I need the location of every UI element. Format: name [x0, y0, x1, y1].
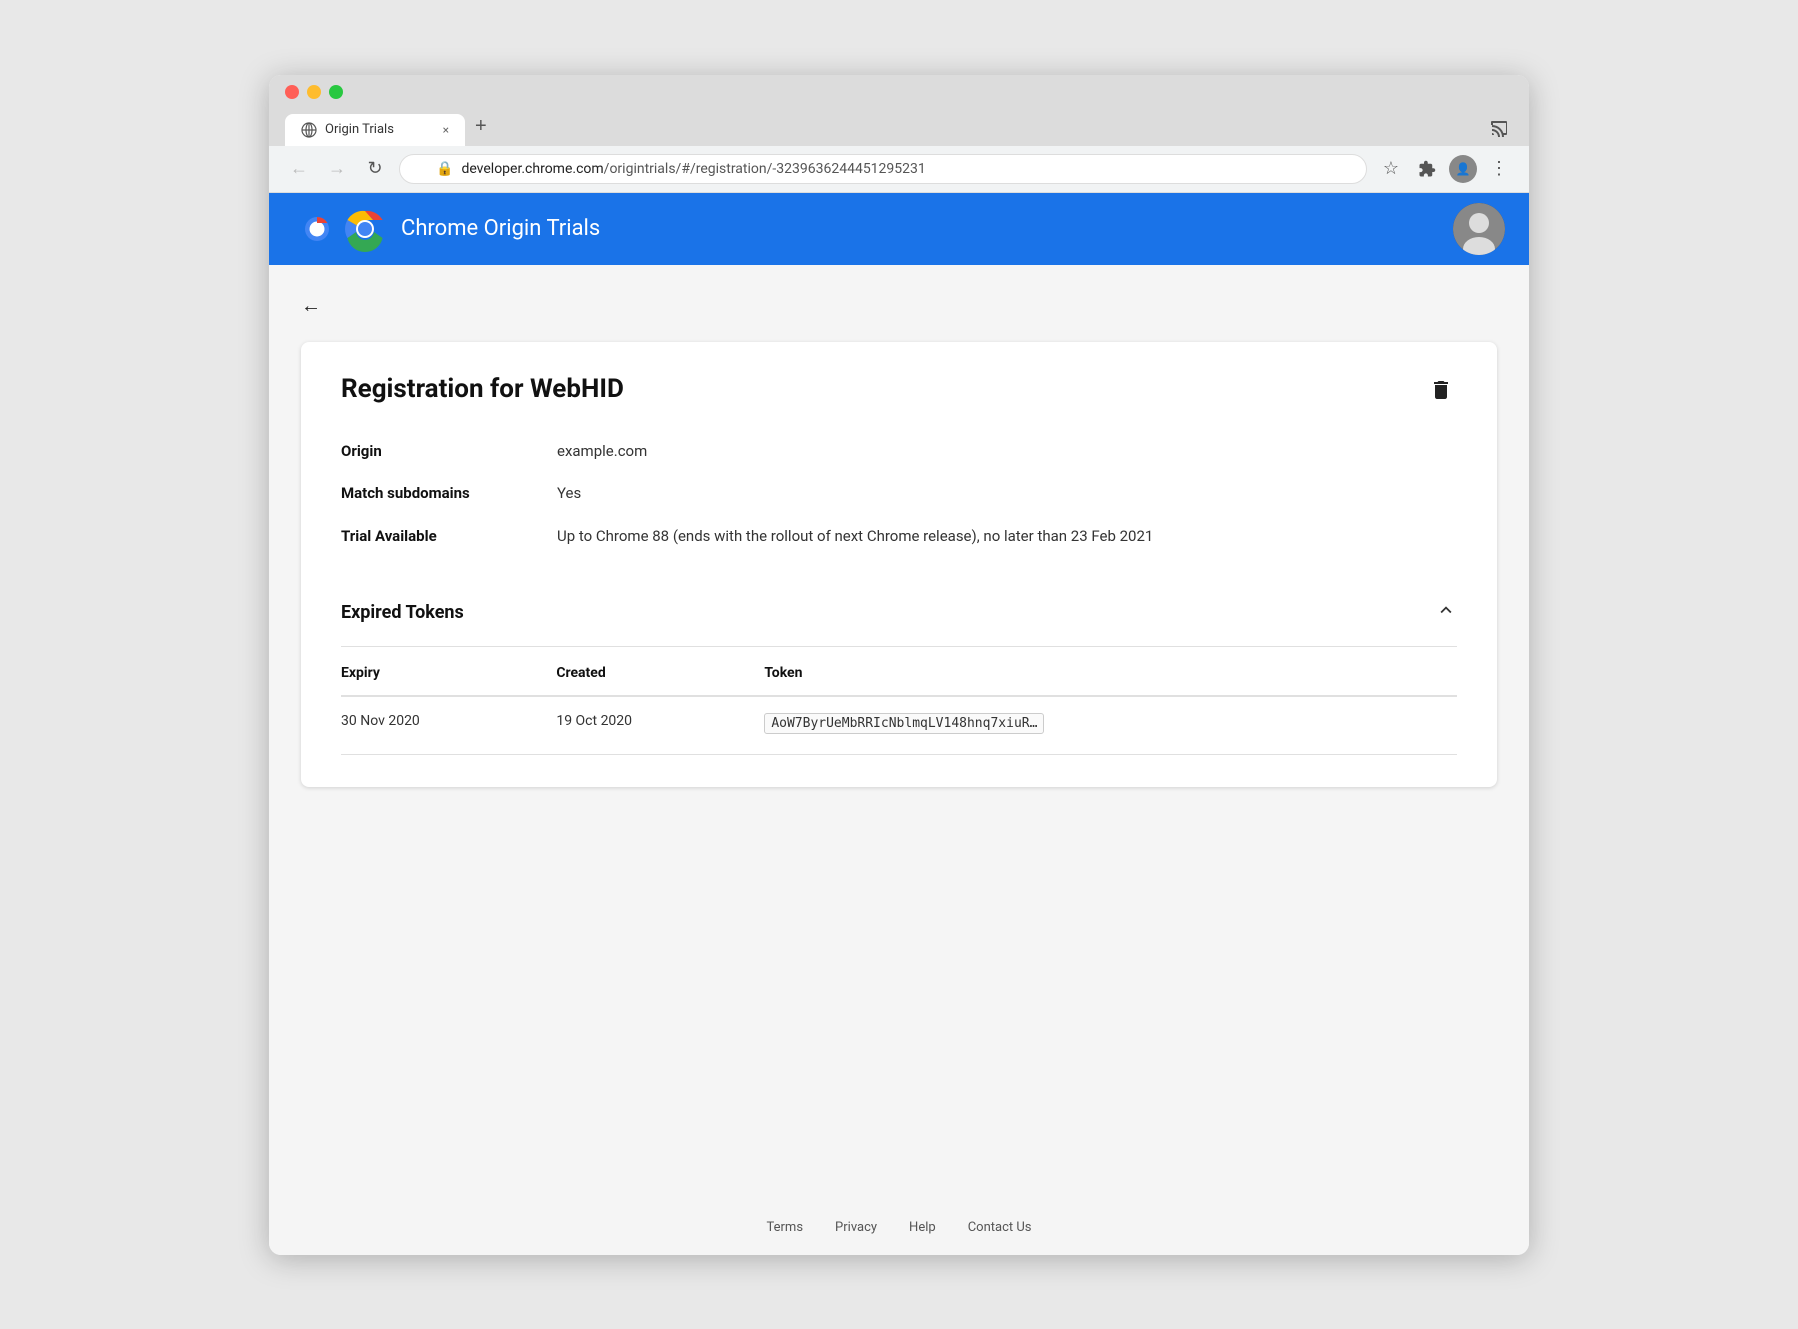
trial-available-label: Trial Available	[341, 525, 541, 548]
browser-window: Origin Trials × + ← → ↻ 🔒 developer.chro…	[269, 75, 1529, 1255]
card-title: Registration for WebHID	[341, 374, 624, 404]
chrome-logo-icon	[293, 205, 341, 253]
extensions-button[interactable]	[1413, 155, 1441, 183]
tab-favicon-icon	[301, 122, 317, 138]
title-bar: Origin Trials × +	[269, 75, 1529, 146]
contact-us-link[interactable]: Contact Us	[968, 1220, 1032, 1235]
footer: Terms Privacy Help Contact Us	[269, 1200, 1529, 1255]
cast-icon	[1490, 119, 1508, 137]
help-link[interactable]: Help	[909, 1220, 936, 1235]
collapse-tokens-button[interactable]	[1435, 599, 1457, 626]
privacy-link[interactable]: Privacy	[835, 1220, 877, 1235]
tab-right-controls	[1485, 114, 1513, 146]
avatar-image	[1453, 203, 1505, 255]
forward-button[interactable]: →	[323, 155, 351, 183]
token-cell: AoW7ByrUeMbRRIcNblmqLV148hnq7xiuR…	[764, 696, 1457, 755]
chevron-up-icon	[1435, 599, 1457, 621]
match-subdomains-value: Yes	[557, 482, 1457, 505]
app-header: Chrome Origin Trials	[269, 193, 1529, 265]
tokens-table: Expiry Created Token 30 Nov 2020 19 Oct …	[341, 651, 1457, 755]
trial-available-value: Up to Chrome 88 (ends with the rollout o…	[557, 525, 1457, 548]
traffic-lights	[285, 85, 1513, 99]
origin-value: example.com	[557, 440, 1457, 463]
expired-tokens-title: Expired Tokens	[341, 602, 464, 623]
back-navigation-button[interactable]: ←	[301, 285, 321, 326]
menu-button[interactable]: ⋮	[1485, 155, 1513, 183]
terms-link[interactable]: Terms	[767, 1220, 804, 1235]
token-value[interactable]: AoW7ByrUeMbRRIcNblmqLV148hnq7xiuR…	[764, 713, 1044, 734]
app-header-title: Chrome Origin Trials	[401, 216, 600, 241]
token-column-header: Token	[764, 651, 1457, 696]
cast-button[interactable]	[1485, 114, 1513, 142]
table-row: 30 Nov 2020 19 Oct 2020 AoW7ByrUeMbRRIcN…	[341, 696, 1457, 755]
created-column-header: Created	[556, 651, 764, 696]
user-avatar[interactable]	[1453, 203, 1505, 255]
close-traffic-light[interactable]	[285, 85, 299, 99]
address-bar[interactable]: 🔒 developer.chrome.com/origintrials/#/re…	[399, 154, 1367, 184]
expiry-cell: 30 Nov 2020	[341, 696, 556, 755]
maximize-traffic-light[interactable]	[329, 85, 343, 99]
page-content: ← Registration for WebHID Origin example…	[269, 265, 1529, 1200]
info-grid: Origin example.com Match subdomains Yes …	[341, 440, 1457, 548]
lock-icon: 🔒	[436, 161, 453, 177]
expiry-column-header: Expiry	[341, 651, 556, 696]
chrome-logo	[341, 205, 389, 253]
tab-bar: Origin Trials × +	[285, 107, 1513, 146]
new-tab-button[interactable]: +	[467, 107, 495, 146]
active-tab[interactable]: Origin Trials ×	[285, 114, 465, 146]
expired-tokens-section-header: Expired Tokens	[341, 579, 1457, 647]
card-header: Registration for WebHID	[341, 374, 1457, 412]
star-button[interactable]: ☆	[1377, 155, 1405, 183]
reload-button[interactable]: ↻	[361, 155, 389, 183]
address-actions: ☆ 👤 ⋮	[1377, 155, 1513, 183]
created-cell: 19 Oct 2020	[556, 696, 764, 755]
tab-close-button[interactable]: ×	[443, 123, 449, 137]
trash-icon	[1429, 378, 1453, 402]
back-button[interactable]: ←	[285, 155, 313, 183]
registration-card: Registration for WebHID Origin example.c…	[301, 342, 1497, 788]
address-text: developer.chrome.com/origintrials/#/regi…	[461, 161, 925, 177]
delete-button[interactable]	[1425, 374, 1457, 412]
origin-label: Origin	[341, 440, 541, 463]
match-subdomains-label: Match subdomains	[341, 482, 541, 505]
address-bar-row: ← → ↻ 🔒 developer.chrome.com/origintrial…	[269, 146, 1529, 193]
tab-title: Origin Trials	[325, 122, 394, 137]
profile-avatar[interactable]: 👤	[1449, 155, 1477, 183]
minimize-traffic-light[interactable]	[307, 85, 321, 99]
puzzle-icon	[1418, 160, 1436, 178]
